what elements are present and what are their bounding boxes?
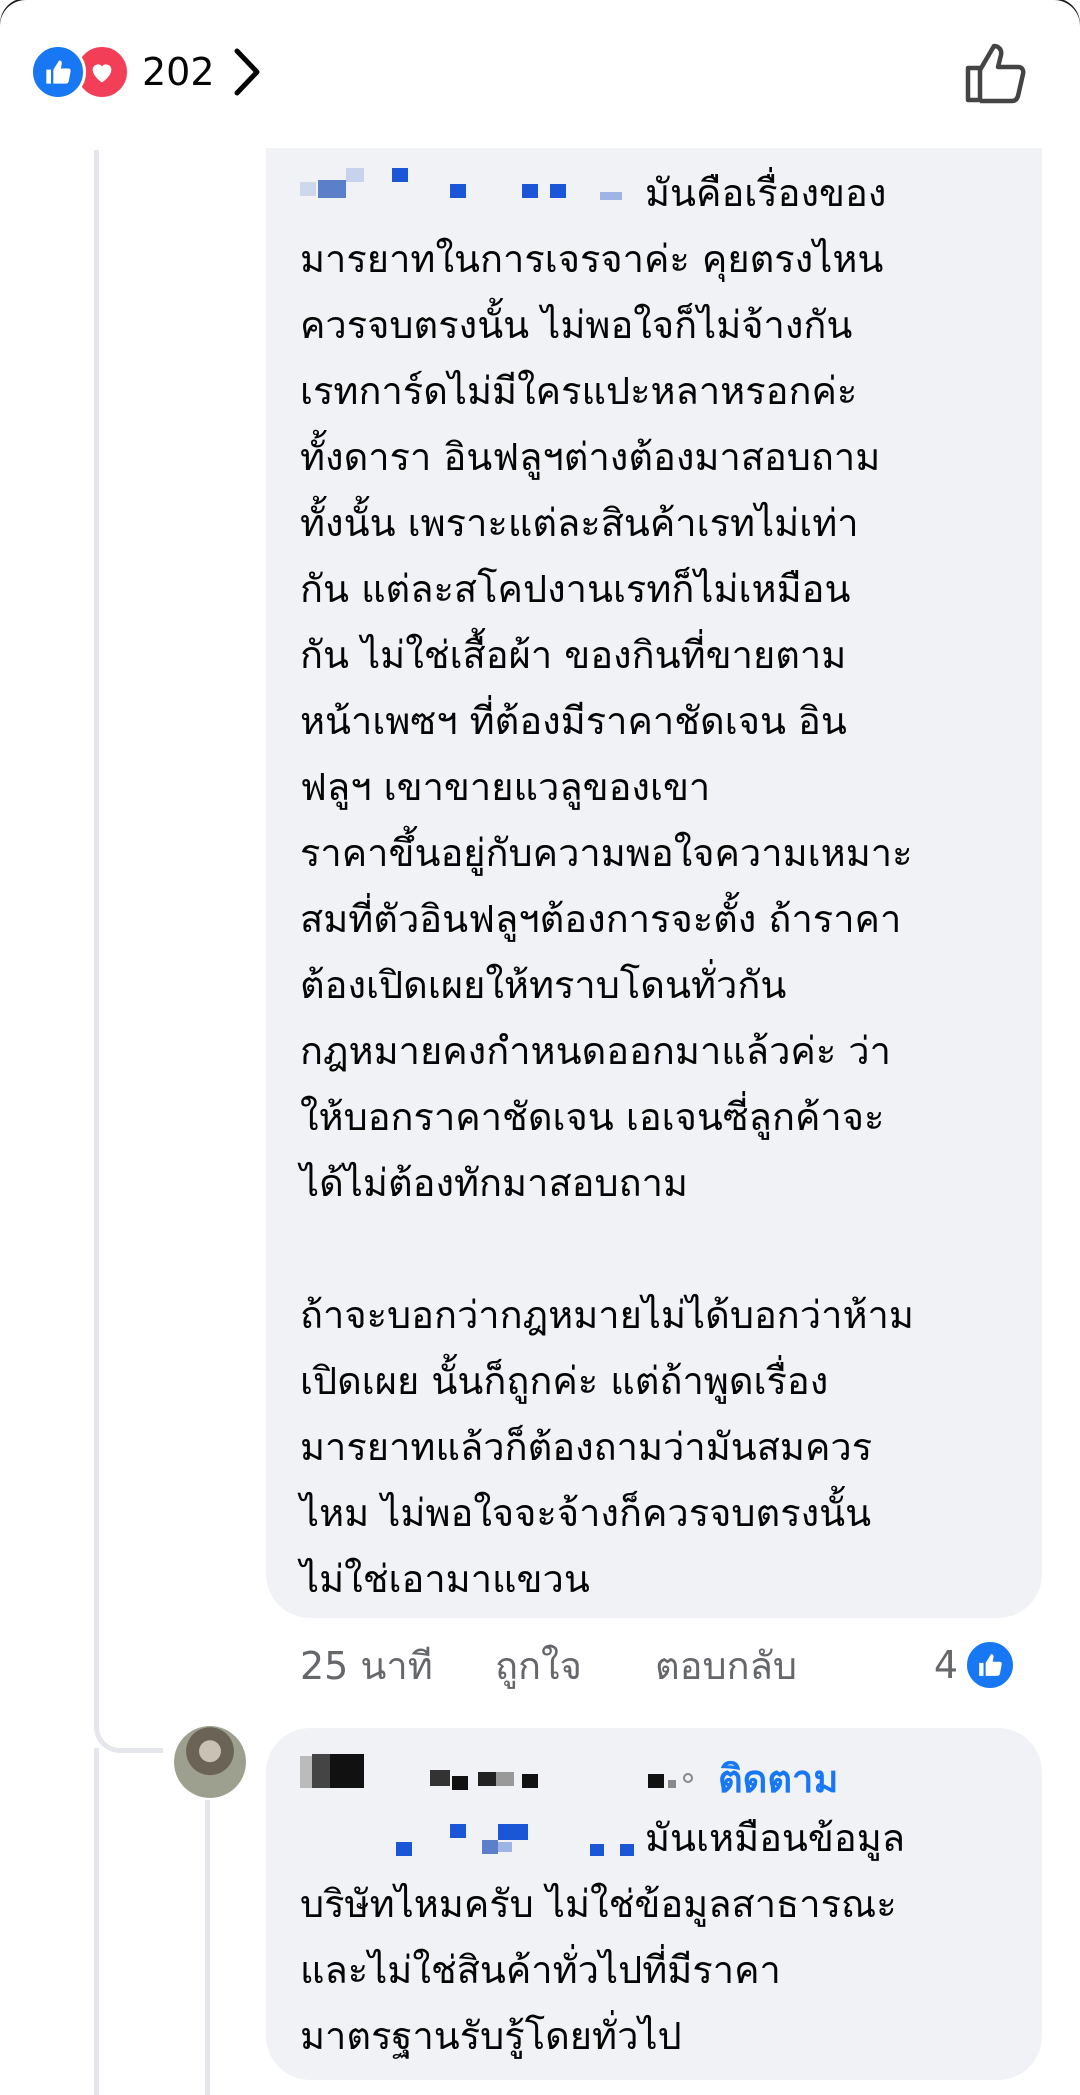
reply-thread-line bbox=[205, 1800, 210, 2095]
redacted-name bbox=[300, 1754, 693, 1790]
avatar[interactable] bbox=[174, 1726, 246, 1798]
thumbs-up-outline-icon[interactable] bbox=[962, 40, 1028, 106]
thread-branch bbox=[94, 1700, 163, 1753]
like-reaction-icon bbox=[964, 1639, 1016, 1691]
comment-time: 25 นาที bbox=[300, 1643, 433, 1688]
comment-reactions[interactable]: 4 bbox=[934, 1639, 1022, 1691]
comment-body: มันคือเรื่องของ มารยาทในการเจรจาค่ะ คุยต… bbox=[300, 171, 914, 1601]
reaction-summary[interactable]: 202 bbox=[30, 44, 261, 100]
thread-line-lower bbox=[94, 1748, 99, 2095]
reactions-header: 202 bbox=[0, 0, 1080, 148]
comment-reaction-count: 4 bbox=[933, 1643, 958, 1687]
comment-meta: 25 นาที ถูกใจ ตอบกลับ 4 bbox=[300, 1639, 1060, 1691]
comment-text: มันคือเรื่องของ มารยาทในการเจรจาค่ะ คุยต… bbox=[300, 160, 1020, 1612]
reply-body: มันเหมือนข้อมูล บริษัทไหมครับ ไม่ใช่ข้อม… bbox=[300, 1816, 906, 2058]
like-button[interactable]: ถูกใจ bbox=[495, 1635, 655, 1696]
reply-button[interactable]: ตอบกลับ bbox=[655, 1635, 955, 1696]
reply-text: มันเหมือนข้อมูล บริษัทไหมครับ ไม่ใช่ข้อม… bbox=[300, 1805, 1020, 2069]
follow-button[interactable]: ติดตาม bbox=[718, 1748, 838, 1809]
chevron-right-icon[interactable] bbox=[231, 47, 261, 97]
thread-line bbox=[94, 150, 99, 1700]
like-reaction-icon bbox=[30, 44, 86, 100]
reaction-count: 202 bbox=[142, 50, 215, 94]
